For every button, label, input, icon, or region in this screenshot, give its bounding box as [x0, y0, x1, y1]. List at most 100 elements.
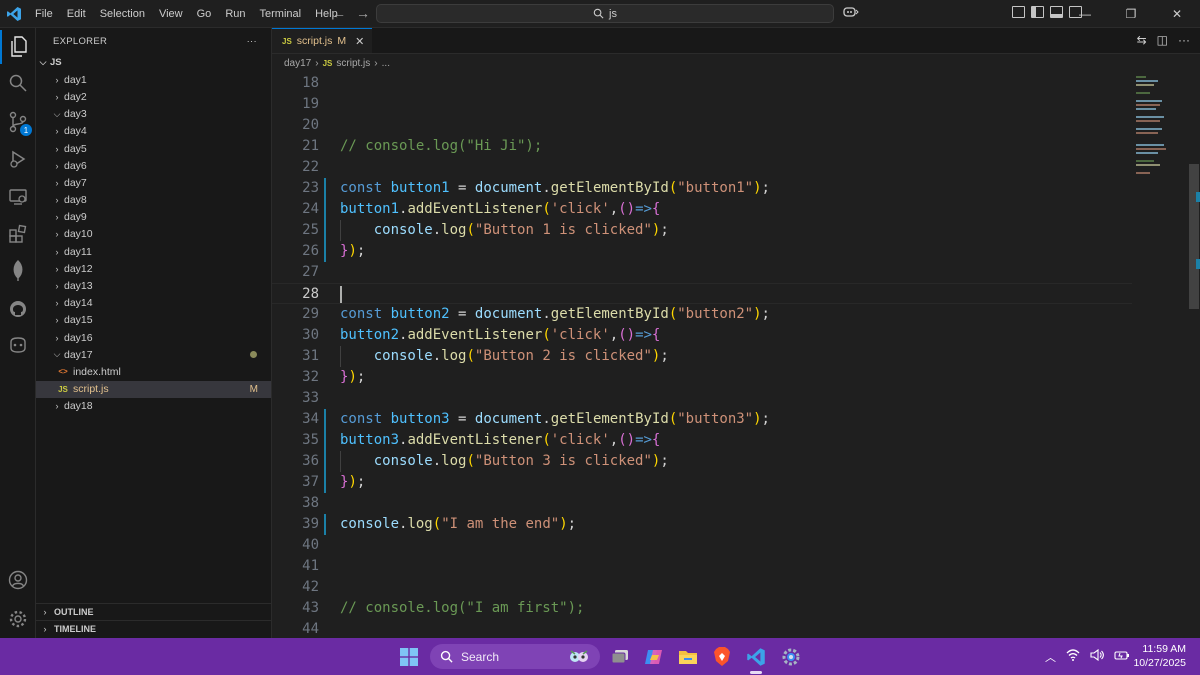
volume-icon[interactable]: [1090, 649, 1104, 661]
menu-terminal[interactable]: Terminal: [253, 0, 309, 28]
windows-start-icon[interactable]: [397, 645, 421, 669]
folder-day4[interactable]: › day4: [36, 123, 271, 140]
explorer-icon[interactable]: [0, 30, 36, 64]
menu-view[interactable]: View: [152, 0, 190, 28]
timeline-section[interactable]: › TIMELINE: [36, 620, 272, 637]
workspace-root[interactable]: ⌵ JS: [36, 54, 271, 71]
folder-day6[interactable]: › day6: [36, 157, 271, 174]
task-view-icon[interactable]: [608, 645, 632, 669]
breadcrumb-folder[interactable]: day17: [284, 58, 311, 69]
outline-section[interactable]: › OUTLINE: [36, 603, 272, 620]
clock-time: 11:59 AM: [1142, 643, 1186, 655]
folder-day11[interactable]: › day11: [36, 243, 271, 260]
taskbar-search[interactable]: Search: [430, 644, 600, 669]
scrollbar-thumb[interactable]: [1189, 164, 1199, 309]
folder-label: day5: [64, 142, 87, 155]
github-icon[interactable]: [0, 292, 36, 326]
menu-file[interactable]: File: [28, 0, 60, 28]
folder-day12[interactable]: › day12: [36, 260, 271, 277]
source-control-badge: 1: [20, 124, 32, 136]
close-tab-icon[interactable]: ✕: [355, 35, 364, 48]
extensions-icon[interactable]: [0, 217, 36, 251]
scroll-change-marker: [1196, 259, 1200, 269]
folder-day10[interactable]: › day10: [36, 226, 271, 243]
copilot-menu[interactable]: [843, 6, 859, 21]
search-icon[interactable]: [0, 66, 36, 100]
code-line: 20: [272, 115, 1132, 136]
folder-day18[interactable]: › day18: [36, 398, 271, 415]
command-center[interactable]: js: [376, 4, 834, 23]
folder-day14[interactable]: › day14: [36, 295, 271, 312]
back-arrow-icon[interactable]: ←: [332, 5, 346, 21]
line-number: 26: [302, 243, 319, 259]
vscode-taskbar-icon[interactable]: [744, 645, 768, 669]
battery-icon[interactable]: [1114, 649, 1130, 661]
code-line: 34 const button3 = document.getElementByI…: [272, 409, 1132, 430]
wifi-icon[interactable]: [1066, 649, 1080, 661]
system-clock[interactable]: 11:59 AM 10/27/2025: [1133, 642, 1186, 670]
folder-day9[interactable]: › day9: [36, 209, 271, 226]
folder-day2[interactable]: › day2: [36, 88, 271, 105]
close-window-icon[interactable]: ✕: [1154, 0, 1200, 28]
folder-day17[interactable]: ⌵ day17: [36, 346, 271, 363]
code-text: console.log("I am the end");: [340, 516, 577, 532]
folder-day15[interactable]: › day15: [36, 312, 271, 329]
folder-label: day8: [64, 194, 87, 207]
breadcrumb-more[interactable]: ...: [382, 58, 390, 69]
copilot-app-icon[interactable]: [642, 645, 666, 669]
vertical-scrollbar[interactable]: [1188, 74, 1200, 638]
menu-go[interactable]: Go: [190, 0, 219, 28]
scroll-change-marker: [1196, 192, 1200, 202]
accounts-icon[interactable]: [0, 563, 36, 597]
remote-explorer-icon[interactable]: [0, 180, 36, 214]
minimap[interactable]: [1128, 74, 1188, 224]
minimize-icon[interactable]: —: [1062, 0, 1108, 28]
manage-gear-icon[interactable]: [0, 602, 36, 636]
folder-label: day11: [64, 245, 92, 258]
menu-edit[interactable]: Edit: [60, 0, 93, 28]
breadcrumb-file[interactable]: script.js: [336, 58, 370, 69]
chevron-right-icon: ›: [55, 212, 59, 223]
chevron-up-icon[interactable]: ︿: [1045, 649, 1056, 665]
folder-day3[interactable]: ⌵ day3: [36, 106, 271, 123]
folder-day13[interactable]: › day13: [36, 277, 271, 294]
code-text: const button3 = document.getElementById(…: [340, 411, 770, 427]
more-actions-icon[interactable]: ···: [247, 36, 257, 47]
forward-arrow-icon[interactable]: →: [356, 5, 370, 21]
folder-day8[interactable]: › day8: [36, 192, 271, 209]
customize-layout-icon[interactable]: [1012, 6, 1025, 18]
menu-selection[interactable]: Selection: [93, 0, 152, 28]
folder-label: day17: [64, 348, 93, 361]
tab-script-js[interactable]: JS script.js M ✕: [272, 28, 373, 53]
code-text: });: [340, 243, 366, 259]
folder-day5[interactable]: › day5: [36, 140, 271, 157]
restore-icon[interactable]: ❐: [1108, 0, 1154, 28]
chevron-right-icon: ›: [55, 246, 59, 257]
toggle-sidebar-icon[interactable]: [1031, 6, 1044, 18]
more-actions-icon[interactable]: ···: [1178, 33, 1190, 47]
chevron-right-icon: ›: [55, 298, 59, 309]
split-editor-icon[interactable]: ◫: [1157, 33, 1168, 47]
breadcrumb: day17 › JS script.js › ...: [272, 54, 1200, 73]
code-line: 38: [272, 493, 1132, 514]
copilot-chat-icon[interactable]: [0, 328, 36, 362]
menu-run[interactable]: Run: [218, 0, 252, 28]
brave-browser-icon[interactable]: [710, 645, 734, 669]
source-control-icon[interactable]: 1: [0, 105, 36, 139]
settings-app-icon[interactable]: [779, 645, 803, 669]
file-index-html[interactable]: <> index.html: [36, 363, 271, 380]
mongodb-leaf-icon[interactable]: [0, 254, 36, 288]
open-changes-icon[interactable]: ⇆: [1137, 33, 1147, 47]
line-number: 28: [302, 286, 319, 302]
file-explorer-icon[interactable]: [676, 645, 700, 669]
folder-day16[interactable]: › day16: [36, 329, 271, 346]
gutter-change-marker: [324, 472, 326, 493]
code-editor[interactable]: 18 19 20 21 // console.log("Hi Ji"); 22 2…: [272, 74, 1200, 638]
file-label: index.html: [73, 365, 121, 378]
folder-day1[interactable]: › day1: [36, 71, 271, 88]
code-line: 26});: [272, 241, 1132, 262]
file-script-js[interactable]: JS script.js M: [36, 380, 271, 398]
run-debug-icon[interactable]: [0, 142, 36, 176]
line-number: 36: [302, 453, 319, 469]
folder-day7[interactable]: › day7: [36, 174, 271, 191]
